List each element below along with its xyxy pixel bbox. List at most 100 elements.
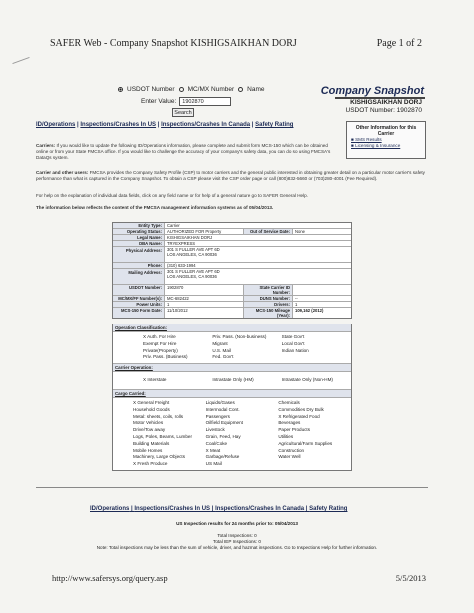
lower-nav-id-operations[interactable]: ID/Operations (90, 506, 129, 512)
power-units-label[interactable]: Power Units: (113, 302, 165, 307)
list-item: Indian Nation (281, 347, 309, 353)
duns-value: -- (295, 296, 298, 301)
search-type-radios: USDOT Number MC/MX Number Name (118, 86, 265, 93)
scan-mark (12, 56, 30, 65)
legal-name-value: KISHIGSAIKHAN DORJ (167, 235, 213, 240)
usdot-number-label[interactable]: USDOT Number: (113, 285, 165, 295)
list-item: Priv. Pass. (Business) (143, 354, 188, 360)
radio-mcmx[interactable] (178, 87, 184, 92)
operating-status-value: AUTHORIZED FOR Property (167, 229, 222, 234)
page-title: Company Snapshot (320, 85, 424, 97)
list-item: Agricultural/Farm Supplies (278, 440, 333, 446)
state-carrier-id-label[interactable]: State Carrier ID Number: (243, 285, 293, 295)
carriers-paragraph: Carriers: If you would like to update th… (36, 143, 331, 160)
carrier-other-paragraph: Carrier and other users: FMCSA provides … (36, 170, 425, 181)
list-item: Intrastate Only (Non-HM) (281, 377, 333, 383)
nav-link-id-operations[interactable]: ID/Operations (36, 122, 75, 128)
help-paragraph: For help on the explanation of individua… (36, 193, 308, 198)
list-item: Exempt For Hire (143, 340, 177, 346)
list-item: Drive/Tow away (133, 427, 166, 433)
list-item: Commodities Dry Bulk (278, 406, 324, 412)
usdot-number-heading: USDOT Number: 1902870 (345, 107, 422, 114)
mcs150-mileage-label[interactable]: MCS-150 Mileage (Year): (243, 308, 293, 318)
physical-address-value: 301 S FULLER AVE APT 6D LOS ANGELES, CA … (167, 247, 220, 257)
list-item: Local Gov't (281, 340, 305, 346)
table-row: Physical Address: 301 S FULLER AVE APT 6… (113, 247, 351, 263)
list-item: Intrastate Only (HM) (212, 377, 254, 383)
duns-label[interactable]: DUNS Number: (243, 296, 293, 301)
other-info-box: Other Information for this Carrier ■ SMS… (346, 121, 426, 159)
dba-name-label[interactable]: DBA Name: (113, 241, 165, 246)
list-item: Livestock (205, 427, 225, 433)
mc-mx-label[interactable]: MC/MX/FF Number(s): (113, 296, 165, 301)
search-input[interactable]: 1902870 (179, 97, 232, 106)
print-footer-date: 5/5/2013 (395, 573, 426, 583)
phone-value: (310) 633-1994 (167, 263, 196, 268)
radio-name[interactable] (238, 87, 244, 92)
nav-link-safety-rating[interactable]: Safety Rating (255, 122, 293, 128)
list-item: X Refrigerated Food (278, 413, 320, 419)
print-header-page: Page 1 of 2 (376, 38, 422, 49)
list-item: Water Well (278, 454, 301, 460)
lower-nav-safety-rating[interactable]: Safety Rating (309, 506, 347, 512)
mailing-address-value: 301 S FULLER AVE APT 6D LOS ANGELES, CA … (167, 269, 220, 279)
power-units-value: 1 (167, 302, 170, 307)
nav-link-inspections-us[interactable]: Inspections/Crashes In US (80, 122, 156, 128)
radio-usdot-label: USDOT Number (127, 86, 175, 93)
list-item: Chemicals (278, 399, 300, 405)
operation-classification-label[interactable]: Operation Classification: (113, 324, 351, 332)
carrier-operation-label[interactable]: Carrier Operation: (113, 364, 351, 373)
out-of-service-value: None (295, 229, 306, 234)
mcs150-date-value: 11/10/2012 (167, 308, 188, 313)
usdot-number-value: 1902870 (167, 285, 184, 290)
inspections-note: Note: Total inspections may be less than… (96, 545, 378, 550)
out-of-service-label[interactable]: Out of Service Date: (243, 229, 293, 234)
company-name: KISHIGSAIKHAN DORJ (350, 99, 422, 106)
list-item: Intermodal Cont. (205, 406, 240, 412)
top-nav-links: ID/Operations | Inspections/Crashes In U… (36, 122, 294, 128)
lower-nav-inspections-canada[interactable]: Inspections/Crashes In Canada (215, 506, 304, 512)
operating-status-label[interactable]: Operating Status: (113, 229, 165, 234)
cargo-carried-label[interactable]: Cargo Carried: (113, 389, 351, 398)
list-item: Logs, Poles, Beams, Lumber (133, 433, 192, 439)
enter-value-label: Enter Value: (141, 98, 177, 105)
list-item: Fed. Gov't (212, 354, 234, 360)
drivers-label[interactable]: Drivers: (243, 302, 293, 307)
entity-type-label[interactable]: Entity Type: (113, 223, 165, 228)
us-inspection-results-heading: US Inspection results for 24 months prio… (176, 521, 298, 526)
list-item: Grain, Feed, Hay (205, 433, 241, 439)
list-item: Utilities (278, 433, 294, 439)
list-item: Private(Property) (143, 347, 178, 353)
list-item: Metal: sheets, coils, rolls (133, 413, 184, 419)
physical-address-label[interactable]: Physical Address: (113, 247, 165, 262)
lower-nav-inspections-us[interactable]: Inspections/Crashes In US (134, 506, 210, 512)
search-button[interactable]: Search (172, 108, 194, 117)
classification-table: Operation Classification: X Auth. For Hi… (112, 324, 352, 471)
nav-link-inspections-canada[interactable]: Inspections/Crashes In Canada (161, 122, 250, 128)
list-item: X General Freight (133, 399, 170, 405)
list-item: Building Materials (133, 440, 170, 446)
fmcsa-note: The information below reflects the conte… (36, 205, 274, 210)
radio-mcmx-label: MC/MX Number (187, 86, 235, 93)
mailing-address-label[interactable]: Mailing Address: (113, 269, 165, 284)
section-divider (36, 487, 428, 488)
list-item: Household Goods (133, 406, 170, 412)
operation-classification-grid: X Auth. For Hire Priv. Pass. (Non-busine… (113, 332, 351, 365)
radio-name-label: Name (247, 86, 265, 93)
print-footer-url: http://www.safersys.org/query.asp (52, 573, 168, 583)
lower-nav-links: ID/Operations | Inspections/Crashes In U… (90, 506, 348, 512)
cargo-carried-grid: X General Freight Liquids/Gases Chemical… (113, 398, 351, 470)
list-item (278, 461, 351, 468)
legal-name-label[interactable]: Legal Name: (113, 235, 165, 240)
phone-label[interactable]: Phone: (113, 263, 165, 268)
list-item: U.S. Mail (212, 347, 231, 353)
list-item: Priv. Pass. (Non-business) (212, 334, 267, 339)
list-item: Machinery, Large Objects (133, 454, 185, 460)
enter-value-row: Enter Value: 1902870 (141, 97, 232, 106)
other-info-title: Other Information for this Carrier (355, 125, 417, 137)
mc-mx-value: MC-682422 (167, 296, 189, 301)
mcs150-date-label[interactable]: MCS-150 Form Date: (113, 308, 165, 318)
radio-usdot[interactable] (118, 87, 123, 92)
list-item: Construction (278, 447, 305, 453)
licensing-link[interactable]: ■ Licensing & Insurance (347, 143, 425, 149)
